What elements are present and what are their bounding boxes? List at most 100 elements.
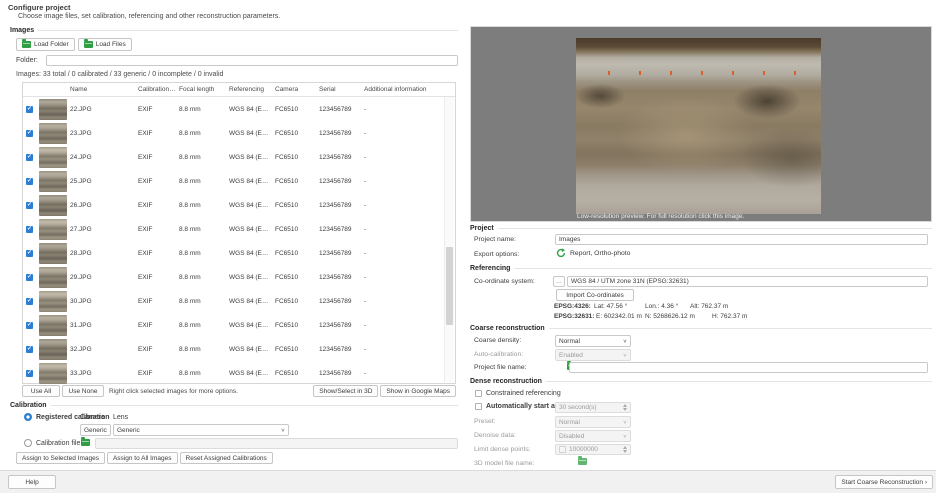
- row-checkbox[interactable]: ✓: [26, 250, 33, 257]
- coordinate-system-picker-button[interactable]: …: [553, 276, 565, 287]
- stepper-arrows-icon[interactable]: [623, 446, 627, 453]
- image-thumbnail[interactable]: [39, 267, 67, 288]
- calibration-file-radio[interactable]: [24, 439, 32, 447]
- footer-bar: [0, 470, 936, 493]
- lens-select[interactable]: Generic∨: [113, 424, 289, 436]
- image-thumbnail[interactable]: [39, 315, 67, 336]
- image-table-row[interactable]: ✓ 27.JPG EXIF 8.8 mm WGS 84 (EPSG... FC6…: [23, 217, 455, 241]
- image-thumbnail[interactable]: [39, 99, 67, 120]
- row-checkbox[interactable]: ✓: [26, 322, 33, 329]
- cell-serial: 123456789: [319, 274, 364, 281]
- preview-photo[interactable]: [576, 38, 821, 214]
- coarse-density-label: Coarse density:: [474, 337, 521, 344]
- row-checkbox[interactable]: ✓: [26, 370, 33, 377]
- image-table-row[interactable]: ✓ 30.JPG EXIF 8.8 mm WGS 84 (EPSG... FC6…: [23, 289, 455, 313]
- col-additional-info[interactable]: Additional information: [364, 86, 455, 93]
- project-name-input[interactable]: Images: [555, 234, 928, 245]
- image-thumbnail[interactable]: [39, 363, 67, 384]
- col-focal-length[interactable]: Focal length: [179, 86, 229, 93]
- show-select-3d-button[interactable]: Show/Select in 3D: [313, 385, 378, 397]
- easting-value: E: 602342.01 m: [596, 313, 645, 320]
- constrained-referencing-label: Constrained referencing: [486, 390, 561, 397]
- col-camera[interactable]: Camera: [275, 86, 319, 93]
- image-table-row[interactable]: ✓ 28.JPG EXIF 8.8 mm WGS 84 (EPSG... FC6…: [23, 241, 455, 265]
- image-thumbnail[interactable]: [39, 219, 67, 240]
- col-calibration-type[interactable]: Calibration type: [138, 86, 179, 93]
- use-all-button[interactable]: Use All: [22, 385, 60, 397]
- col-name[interactable]: Name: [70, 86, 138, 93]
- help-button[interactable]: Help: [8, 475, 56, 489]
- constrained-referencing-checkbox[interactable]: [475, 390, 482, 397]
- image-thumbnail[interactable]: [39, 291, 67, 312]
- row-checkbox[interactable]: ✓: [26, 226, 33, 233]
- row-checkbox[interactable]: ✓: [26, 154, 33, 161]
- coordinate-system-input[interactable]: WGS 84 / UTM zone 31N (EPSG:32631): [567, 276, 928, 287]
- cell-referencing: WGS 84 (EPSG...: [229, 322, 275, 329]
- cell-additional-info: -: [364, 202, 455, 209]
- image-table-row[interactable]: ✓ 24.JPG EXIF 8.8 mm WGS 84 (EPSG... FC6…: [23, 145, 455, 169]
- folder-path-input[interactable]: [46, 55, 458, 66]
- image-thumbnail[interactable]: [39, 171, 67, 192]
- cell-name: 31.JPG: [70, 322, 138, 329]
- row-checkbox[interactable]: ✓: [26, 178, 33, 185]
- autostart-checkbox[interactable]: [475, 403, 482, 410]
- col-serial[interactable]: Serial: [319, 86, 364, 93]
- image-table-row[interactable]: ✓ 22.JPG EXIF 8.8 mm WGS 84 (EPSG... FC6…: [23, 97, 455, 121]
- image-thumbnail[interactable]: [39, 123, 67, 144]
- browse-calibration-file-icon[interactable]: [81, 439, 90, 446]
- load-folder-button[interactable]: Load Folder: [16, 38, 75, 51]
- assign-all-button[interactable]: Assign to All Images: [107, 452, 178, 464]
- browse-model-file-icon[interactable]: [578, 458, 587, 465]
- use-none-button[interactable]: Use None: [62, 385, 104, 397]
- row-checkbox[interactable]: ✓: [26, 202, 33, 209]
- chevron-down-icon: ∨: [623, 352, 627, 358]
- coarse-density-select[interactable]: Normal∨: [555, 335, 631, 347]
- image-thumbnail[interactable]: [39, 339, 67, 360]
- limit-dense-points-checkbox[interactable]: [559, 446, 566, 453]
- export-options-icon[interactable]: [556, 248, 566, 258]
- image-thumbnail[interactable]: [39, 195, 67, 216]
- chevron-down-icon: ∨: [623, 433, 627, 439]
- row-checkbox[interactable]: ✓: [26, 346, 33, 353]
- stepper-arrows-icon[interactable]: [623, 404, 627, 411]
- camera-select[interactable]: Generic∨: [80, 424, 111, 436]
- calibration-file-label: Calibration file: [36, 440, 80, 447]
- project-section-title: Project: [470, 225, 494, 232]
- image-table-row[interactable]: ✓ 26.JPG EXIF 8.8 mm WGS 84 (EPSG... FC6…: [23, 193, 455, 217]
- row-checkbox[interactable]: ✓: [26, 130, 33, 137]
- table-scrollbar-thumb[interactable]: [446, 247, 453, 325]
- start-coarse-reconstruction-button[interactable]: Start Coarse Reconstruction ›: [835, 475, 933, 489]
- image-thumbnail[interactable]: [39, 243, 67, 264]
- import-coordinates-button[interactable]: Import Co-ordinates: [556, 289, 634, 301]
- image-table-row[interactable]: ✓ 32.JPG EXIF 8.8 mm WGS 84 (EPSG... FC6…: [23, 337, 455, 361]
- show-google-maps-button[interactable]: Show in Google Maps: [380, 385, 456, 397]
- cell-referencing: WGS 84 (EPSG...: [229, 106, 275, 113]
- image-table-row[interactable]: ✓ 25.JPG EXIF 8.8 mm WGS 84 (EPSG... FC6…: [23, 169, 455, 193]
- cell-name: 33.JPG: [70, 370, 138, 377]
- reset-calibrations-button[interactable]: Reset Assigned Calibrations: [180, 452, 273, 464]
- image-table-row[interactable]: ✓ 29.JPG EXIF 8.8 mm WGS 84 (EPSG... FC6…: [23, 265, 455, 289]
- cell-focal-length: 8.8 mm: [179, 250, 229, 257]
- table-scrollbar[interactable]: [444, 97, 454, 382]
- project-file-name-input[interactable]: [569, 362, 928, 373]
- image-thumbnail[interactable]: [39, 147, 67, 168]
- folder-label: Folder:: [16, 57, 38, 64]
- image-table-row[interactable]: ✓ 31.JPG EXIF 8.8 mm WGS 84 (EPSG... FC6…: [23, 313, 455, 337]
- cell-camera: FC6510: [275, 106, 319, 113]
- calibration-file-input[interactable]: [95, 438, 458, 449]
- col-referencing[interactable]: Referencing: [229, 86, 275, 93]
- cell-additional-info: -: [364, 154, 455, 161]
- registered-calibration-radio[interactable]: [24, 413, 32, 421]
- cell-name: 28.JPG: [70, 250, 138, 257]
- row-checkbox[interactable]: ✓: [26, 298, 33, 305]
- image-table-row[interactable]: ✓ 23.JPG EXIF 8.8 mm WGS 84 (EPSG... FC6…: [23, 121, 455, 145]
- image-table-row[interactable]: ✓ 33.JPG EXIF 8.8 mm WGS 84 (EPSG... FC6…: [23, 361, 455, 385]
- row-checkbox[interactable]: ✓: [26, 274, 33, 281]
- image-preview-panel[interactable]: Low-resolution preview. For full resolut…: [470, 26, 932, 222]
- camera-column-label: Camera: [80, 414, 105, 421]
- cell-referencing: WGS 84 (EPSG...: [229, 250, 275, 257]
- cell-camera: FC6510: [275, 346, 319, 353]
- row-checkbox[interactable]: ✓: [26, 106, 33, 113]
- load-files-button[interactable]: Load Files: [78, 38, 132, 51]
- assign-selected-button[interactable]: Assign to Selected Images: [16, 452, 105, 464]
